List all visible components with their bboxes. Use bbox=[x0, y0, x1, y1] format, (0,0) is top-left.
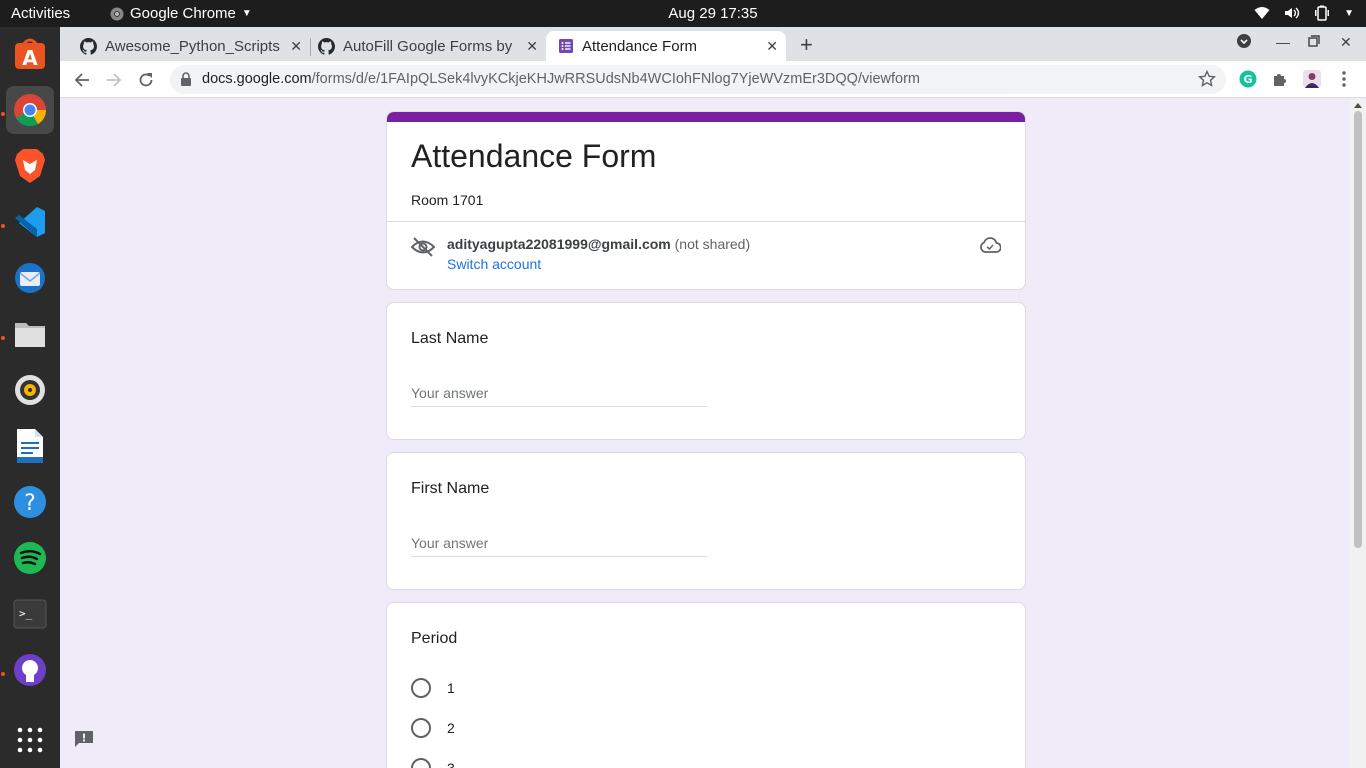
tab-attendance-form[interactable]: Attendance Form ✕ bbox=[546, 31, 786, 61]
form-header-card: Attendance Form Room 1701 adityagupta220… bbox=[386, 111, 1026, 290]
show-applications-icon[interactable] bbox=[6, 716, 54, 764]
cloud-saved-icon[interactable] bbox=[979, 237, 1001, 253]
lock-icon[interactable] bbox=[180, 72, 192, 86]
vscode-icon[interactable] bbox=[6, 198, 54, 246]
running-indicator bbox=[1, 672, 5, 676]
help-icon[interactable]: ? bbox=[6, 478, 54, 526]
dock: A ? >_ bbox=[0, 27, 60, 768]
restore-icon bbox=[1308, 35, 1320, 47]
brave-browser-icon[interactable] bbox=[6, 142, 54, 190]
account-info: adityagupta22081999@gmail.com (not share… bbox=[447, 236, 750, 252]
tab-title: Awesome_Python_Scripts bbox=[105, 37, 280, 55]
svg-text:G: G bbox=[1243, 73, 1252, 86]
spotify-icon[interactable] bbox=[6, 534, 54, 582]
back-button[interactable] bbox=[72, 70, 92, 90]
question-title: First Name bbox=[411, 480, 490, 497]
question-card-last-name: Last Name Your answer bbox=[386, 302, 1026, 440]
account-email: adityagupta22081999@gmail.com bbox=[447, 236, 671, 252]
battery-icon bbox=[1315, 5, 1330, 21]
address-bar[interactable]: docs.google.com/forms/d/e/1FAIpQLSek4lvy… bbox=[170, 65, 1226, 94]
google-forms-icon bbox=[559, 39, 573, 53]
minimize-button[interactable]: — bbox=[1276, 34, 1290, 50]
rhythmbox-icon[interactable] bbox=[6, 366, 54, 414]
radio-button[interactable] bbox=[411, 678, 431, 698]
files-icon[interactable] bbox=[6, 310, 54, 358]
bookmark-star-icon[interactable] bbox=[1198, 70, 1216, 88]
kebab-menu-icon bbox=[1342, 71, 1346, 87]
question-title: Last Name bbox=[411, 330, 489, 347]
form-title: Attendance Form bbox=[411, 138, 657, 174]
first-name-input[interactable]: Your answer bbox=[411, 535, 707, 557]
grammarly-extension-icon[interactable]: G bbox=[1239, 70, 1257, 88]
eye-off-icon bbox=[411, 237, 435, 257]
profile-avatar[interactable] bbox=[1303, 70, 1321, 88]
terminal-icon[interactable]: >_ bbox=[6, 590, 54, 638]
url-path: /forms/d/e/1FAIpQLSek4lvyKCkjeKHJwRRSUds… bbox=[311, 71, 920, 87]
radio-option-1[interactable]: 1 bbox=[411, 678, 455, 698]
ubuntu-software-icon[interactable]: A bbox=[6, 30, 54, 78]
extensions-puzzle-icon[interactable] bbox=[1271, 70, 1289, 88]
radio-label: 1 bbox=[447, 680, 455, 696]
wifi-icon bbox=[1254, 7, 1270, 19]
running-indicator bbox=[1, 224, 5, 228]
tab-close-icon[interactable]: ✕ bbox=[290, 38, 302, 55]
tab-title: AutoFill Google Forms by bbox=[343, 37, 513, 55]
tab-strip: Awesome_Python_Scripts ✕ AutoFill Google… bbox=[60, 27, 1366, 61]
header-divider bbox=[387, 221, 1025, 222]
question-card-period: Period 1 2 3 bbox=[386, 602, 1026, 768]
chrome-menu-button[interactable] bbox=[1335, 70, 1353, 88]
switch-account-link[interactable]: Switch account bbox=[447, 256, 541, 272]
forward-arrow-icon bbox=[107, 73, 122, 87]
clock[interactable]: Aug 29 17:35 bbox=[0, 5, 1366, 22]
tab-close-icon[interactable]: ✕ bbox=[766, 38, 778, 55]
last-name-input[interactable]: Your answer bbox=[411, 385, 707, 407]
url-host: docs.google.com bbox=[202, 71, 312, 87]
thunderbird-icon[interactable] bbox=[6, 254, 54, 302]
browser-toolbar: docs.google.com/forms/d/e/1FAIpQLSek4lvy… bbox=[60, 61, 1366, 98]
back-arrow-icon bbox=[74, 73, 89, 87]
scroll-up-arrow[interactable] bbox=[1354, 103, 1362, 108]
page-scrollbar[interactable] bbox=[1350, 99, 1366, 768]
github-icon bbox=[318, 37, 335, 55]
radio-option-2[interactable]: 2 bbox=[411, 718, 455, 738]
radio-label: 3 bbox=[447, 760, 455, 768]
tab-title: Attendance Form bbox=[582, 37, 698, 55]
google-chrome-icon[interactable] bbox=[6, 86, 54, 134]
reload-button[interactable] bbox=[136, 70, 156, 90]
reload-icon bbox=[139, 73, 153, 87]
system-tray[interactable]: ▼ bbox=[1254, 5, 1354, 21]
tab-close-icon[interactable]: ✕ bbox=[526, 38, 538, 55]
radio-option-3[interactable]: 3 bbox=[411, 758, 455, 768]
question-title: Period bbox=[411, 630, 458, 647]
tab-awesome-python-scripts[interactable]: Awesome_Python_Scripts ✕ bbox=[70, 31, 310, 61]
scrollbar-thumb[interactable] bbox=[1354, 111, 1362, 548]
close-window-button[interactable]: ✕ bbox=[1340, 34, 1352, 51]
volume-icon bbox=[1285, 7, 1300, 19]
question-card-first-name: First Name Your answer bbox=[386, 452, 1026, 590]
running-indicator bbox=[1, 336, 5, 340]
tab-search-icon bbox=[1237, 34, 1251, 48]
restore-button[interactable] bbox=[1308, 34, 1320, 50]
running-indicator bbox=[1, 112, 5, 116]
libreoffice-writer-icon[interactable] bbox=[6, 422, 54, 470]
tray-caret-icon: ▼ bbox=[1344, 7, 1354, 19]
form-accent-band bbox=[387, 112, 1025, 122]
tab-autofill-google-forms[interactable]: AutoFill Google Forms by ✕ bbox=[310, 31, 546, 61]
radio-label: 2 bbox=[447, 720, 455, 736]
form-description: Room 1701 bbox=[411, 192, 484, 208]
tab-search-button[interactable] bbox=[1236, 33, 1252, 52]
svg-text:?: ? bbox=[24, 491, 36, 516]
feedback-icon[interactable] bbox=[74, 730, 94, 748]
forward-button[interactable] bbox=[104, 70, 124, 90]
radio-button[interactable] bbox=[411, 758, 431, 768]
new-tab-button[interactable]: + bbox=[800, 32, 813, 58]
github-icon bbox=[80, 37, 97, 55]
svg-text:>_: >_ bbox=[19, 607, 33, 620]
radio-button[interactable] bbox=[411, 718, 431, 738]
svg-text:A: A bbox=[22, 46, 38, 70]
github-desktop-icon[interactable] bbox=[6, 646, 54, 694]
system-top-bar: Activities Google Chrome ▼ Aug 29 17:35 … bbox=[0, 0, 1366, 27]
not-shared-label: (not shared) bbox=[674, 236, 751, 252]
url-text: docs.google.com/forms/d/e/1FAIpQLSek4lvy… bbox=[202, 71, 920, 87]
